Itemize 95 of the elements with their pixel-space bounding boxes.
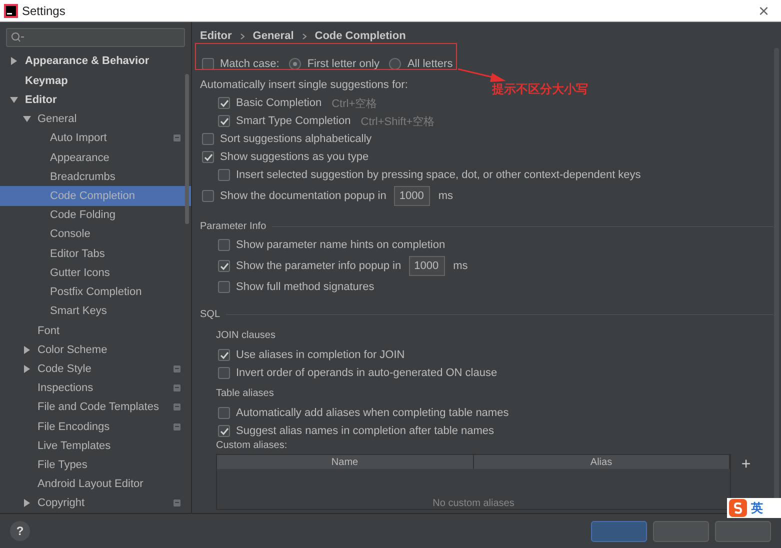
column-header[interactable]: Name: [217, 455, 474, 469]
expanded-arrow-icon[interactable]: [22, 115, 30, 124]
collapsed-arrow-icon[interactable]: [22, 499, 30, 508]
breadcrumb[interactable]: General: [252, 30, 294, 42]
input-field[interactable]: 1000: [409, 256, 446, 276]
ime-mode: 英: [751, 500, 763, 516]
search-field[interactable]: [6, 28, 185, 47]
checkbox-label: Suggest alias names in completion after table names: [236, 425, 494, 437]
collapsed-arrow-icon[interactable]: [22, 364, 30, 373]
ime-indicator[interactable]: 英: [727, 498, 781, 518]
tree-item[interactable]: Auto Import: [0, 128, 191, 148]
unit-label: ms: [453, 260, 468, 272]
collapsed-arrow-icon[interactable]: [10, 57, 18, 66]
primary-button[interactable]: [591, 520, 647, 542]
tree-item[interactable]: File Encodings: [0, 417, 191, 436]
checkbox-label: Match case:: [220, 58, 280, 70]
checkbox-label: Use aliases in completion for JOIN: [236, 349, 405, 361]
tree-item[interactable]: Editor: [0, 90, 191, 110]
checkbox-label: Show the documentation popup in: [220, 190, 386, 202]
checkbox[interactable]: [218, 97, 230, 109]
s-logo-icon: [729, 499, 747, 517]
checkbox-label: Show full method signatures: [236, 281, 374, 293]
radio-button[interactable]: [389, 58, 402, 70]
input-field[interactable]: 1000: [394, 186, 430, 206]
tree-item[interactable]: Inspections: [0, 378, 191, 398]
shortcut-hint: Ctrl+Shift+空格: [360, 114, 435, 128]
checkbox[interactable]: [202, 133, 214, 145]
tree-item[interactable]: Postfix Completion: [0, 282, 191, 302]
checkbox-label: Smart Type Completion: [236, 115, 351, 127]
checkbox-label: Sort suggestions alphabetically: [220, 133, 372, 145]
checkbox[interactable]: [218, 169, 230, 181]
dialog-button[interactable]: [653, 520, 709, 542]
column-header[interactable]: Alias: [474, 455, 730, 469]
checkbox[interactable]: [218, 281, 230, 293]
checkbox[interactable]: [218, 115, 230, 127]
tree-item[interactable]: Keymap: [0, 71, 191, 90]
tree-item[interactable]: General: [0, 110, 191, 129]
checkbox-label: Automatically add aliases when completing table names: [236, 407, 509, 419]
tree-item[interactable]: Appearance: [0, 148, 191, 168]
tree-item[interactable]: Android Layout Editor: [0, 474, 191, 494]
annotation-arrow: [458, 68, 508, 84]
tree-item[interactable]: Gutter Icons: [0, 263, 191, 282]
checkbox[interactable]: [218, 260, 230, 272]
tree-item[interactable]: Appearance & Behavior: [0, 52, 191, 72]
tree-item[interactable]: Breadcrumbs: [0, 167, 191, 186]
checkbox[interactable]: [218, 349, 230, 361]
tree-item[interactable]: Code Style: [0, 359, 191, 379]
expanded-arrow-icon[interactable]: [10, 96, 18, 104]
window-title: Settings: [22, 4, 66, 18]
tree-item[interactable]: Smart Keys: [0, 302, 191, 321]
tree-item[interactable]: Live Templates: [0, 436, 191, 456]
table-label: Custom aliases:: [216, 440, 288, 451]
search-icon: [11, 32, 25, 42]
subheading: Table aliases: [216, 388, 274, 398]
shortcut-hint: Ctrl+空格: [332, 96, 378, 110]
group-label: Automatically insert single suggestions for:: [200, 79, 408, 91]
checkbox-label: Show the parameter info popup in: [236, 260, 402, 272]
dialog-button[interactable]: [715, 520, 771, 542]
tree-item[interactable]: Code Folding: [0, 206, 191, 225]
section-title: SQL: [200, 308, 220, 320]
chevron-icon: [240, 32, 245, 40]
checkbox-label: Basic Completion: [236, 97, 322, 109]
checkbox-label: Show parameter name hints on completion: [236, 239, 446, 251]
chevron-icon: [302, 32, 307, 40]
close-button[interactable]: ×: [754, 2, 773, 20]
checkbox[interactable]: [218, 407, 230, 419]
tree-item[interactable]: File and Code Templates: [0, 398, 191, 417]
radio-button[interactable]: [289, 58, 302, 70]
annotation-text: 提示不区分大小写: [492, 81, 588, 98]
tree-item[interactable]: Editor Tabs: [0, 244, 191, 264]
collapsed-arrow-icon[interactable]: [22, 346, 30, 354]
checkbox-label: Insert selected suggestion by pressing space, dot, or other context-dependent keys: [236, 169, 641, 181]
checkbox[interactable]: [218, 239, 230, 251]
radio-label: First letter only: [307, 58, 380, 70]
breadcrumb[interactable]: Code Completion: [314, 30, 406, 42]
app-logo-icon: [4, 4, 18, 18]
tree-item[interactable]: File Types: [0, 455, 191, 475]
empty-message: No custom aliases: [432, 498, 514, 509]
unit-label: ms: [438, 190, 454, 202]
breadcrumb[interactable]: Editor: [200, 30, 232, 42]
tree-item[interactable]: Font: [0, 320, 191, 340]
tree-item[interactable]: Copyright: [0, 494, 191, 514]
section-title: Parameter Info: [200, 220, 266, 232]
tree-item[interactable]: Color Scheme: [0, 340, 191, 360]
checkbox[interactable]: [202, 190, 214, 202]
checkbox[interactable]: [202, 58, 214, 70]
subheading: JOIN clauses: [216, 330, 276, 340]
checkbox[interactable]: [202, 151, 214, 163]
checkbox[interactable]: [218, 367, 230, 379]
tree-item[interactable]: Console: [0, 224, 191, 244]
checkbox[interactable]: [218, 425, 230, 437]
help-button[interactable]: ?: [10, 521, 30, 541]
checkbox-label: Show suggestions as you type: [220, 151, 369, 163]
checkbox-label: Invert order of operands in auto-generated ON clause: [236, 367, 498, 379]
radio-label: All letters: [407, 58, 453, 70]
